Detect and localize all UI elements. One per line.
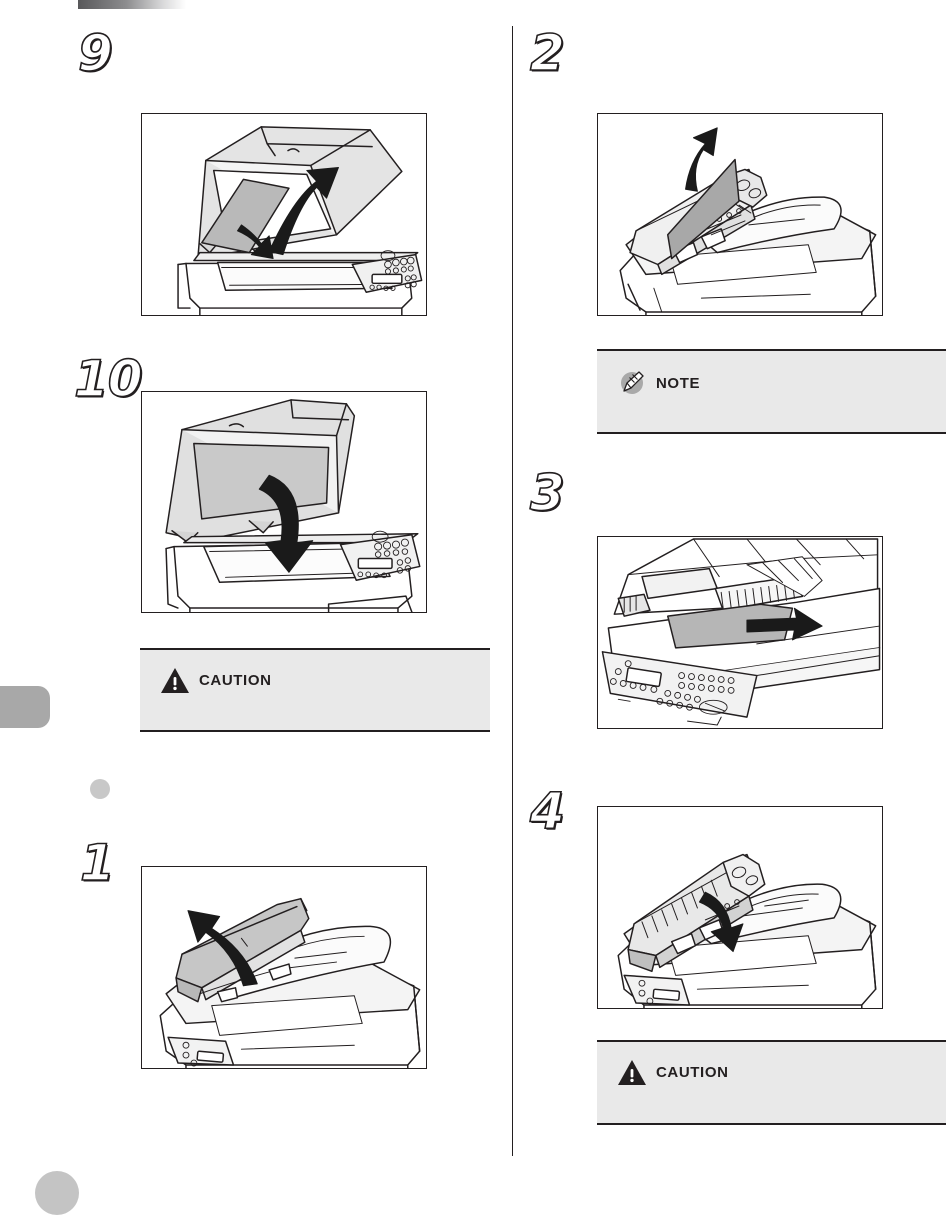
illustration-open-platen-remove-document bbox=[141, 113, 427, 316]
step-number-4: 4 bbox=[529, 782, 565, 840]
column-divider bbox=[512, 26, 513, 1156]
note-box-feeder: NOTE bbox=[597, 349, 946, 434]
note-label: NOTE bbox=[656, 374, 701, 392]
page-number-bubble bbox=[35, 1171, 79, 1215]
illustration-close-feeder-cover bbox=[597, 806, 883, 1009]
caution-box-platen: CAUTION bbox=[140, 648, 490, 732]
step-number-1: 1 bbox=[79, 834, 115, 892]
illustration-open-feeder-cover bbox=[141, 866, 427, 1069]
illustration-close-platen-cover bbox=[141, 391, 427, 613]
caution-label: CAUTION bbox=[656, 1064, 729, 1081]
pencil-note-icon bbox=[617, 368, 647, 398]
step-number-9: 9 bbox=[77, 24, 113, 82]
caution-label: CAUTION bbox=[199, 672, 272, 689]
header-gradient-rule bbox=[78, 0, 186, 9]
chapter-thumb-tab bbox=[0, 686, 50, 728]
step-number-2: 2 bbox=[529, 24, 565, 82]
warning-triangle-icon bbox=[617, 1059, 647, 1086]
illustration-pull-document-up-from-feeder bbox=[597, 113, 883, 316]
caution-box-feeder: CAUTION bbox=[597, 1040, 946, 1125]
step-number-3: 3 bbox=[529, 464, 565, 522]
step-number-10: 10 bbox=[73, 350, 143, 408]
illustration-pull-document-out-sideways bbox=[597, 536, 883, 729]
section-bullet bbox=[90, 779, 110, 799]
warning-triangle-icon bbox=[160, 667, 190, 694]
